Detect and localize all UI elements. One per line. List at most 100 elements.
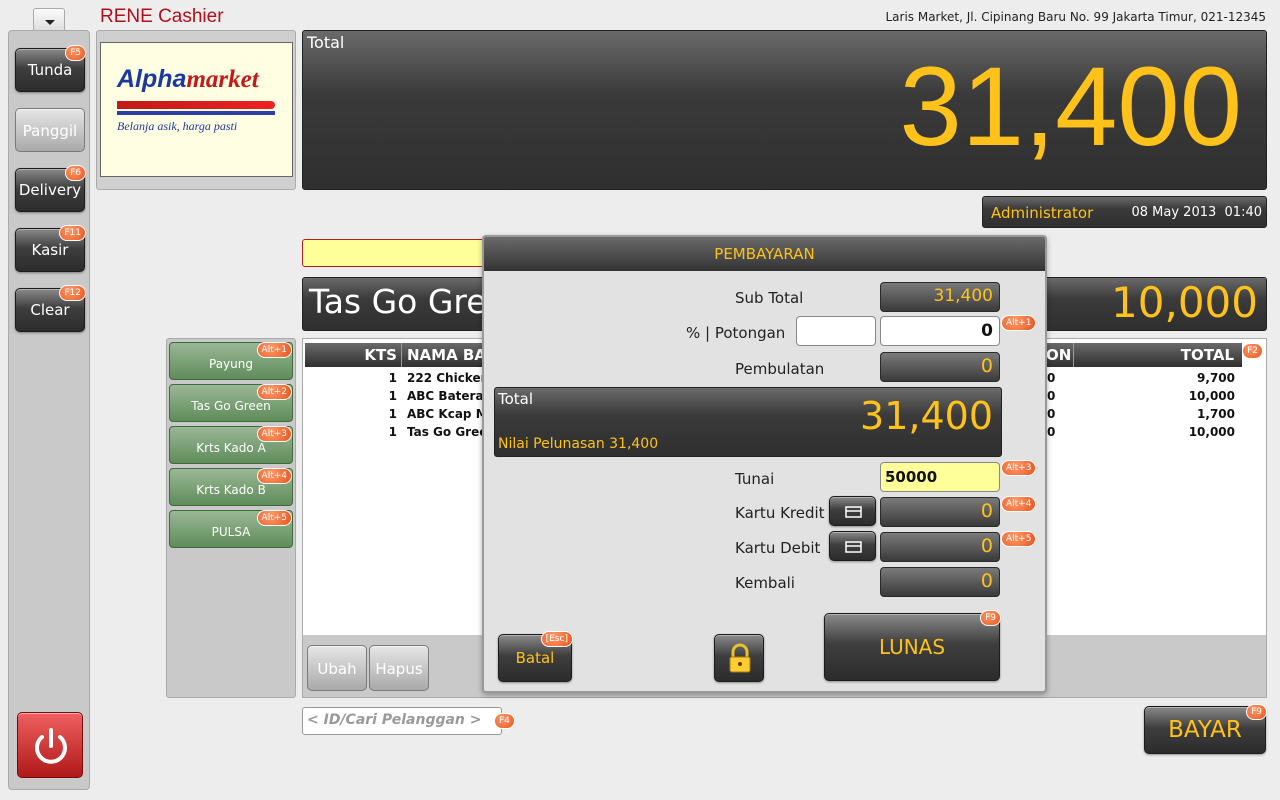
total-label: Total — [307, 33, 345, 52]
shortcut-badge: F2 — [1242, 343, 1263, 359]
panggil-button[interactable]: Panggil — [15, 108, 85, 152]
row-total: 9,700 — [1197, 371, 1235, 385]
shortcut-badge: Alt+1 — [256, 342, 292, 358]
card-icon — [845, 541, 862, 553]
bayar-button[interactable]: BAYAR F9 — [1144, 704, 1267, 754]
shortcut-badge: F6 — [65, 165, 86, 181]
header-nama: NAMA BA — [407, 346, 486, 364]
subtotal-label: Sub Total — [735, 289, 804, 307]
store-logo: Alphamarket Belanja asik, harga pasti — [100, 42, 293, 177]
row-kts: 1 — [388, 389, 397, 403]
tunai-input[interactable]: 50000 — [880, 462, 1000, 492]
shortcut-badge: Alt+5 — [1001, 531, 1037, 547]
shortcut-badge: Alt+4 — [1001, 496, 1037, 512]
item-price: 10,000 — [1111, 278, 1258, 327]
row-kts: 1 — [388, 425, 397, 439]
quick-item-krts-kado-b[interactable]: Krts Kado B Alt+4 — [169, 468, 293, 506]
debit-label: Kartu Debit — [735, 539, 821, 557]
quick-item-label: PULSA — [211, 525, 251, 539]
pelunasan-text: Nilai Pelunasan 31,400 — [498, 436, 659, 452]
shortcut-badge: Alt+3 — [1001, 460, 1037, 476]
power-icon — [35, 728, 67, 764]
shortcut-badge: Alt+1 — [1001, 315, 1037, 331]
row-diskon: 0 — [1047, 425, 1056, 439]
kredit-value[interactable]: 0 — [880, 497, 1000, 527]
delivery-label: Delivery — [18, 181, 82, 199]
tunai-label: Tunai — [735, 470, 775, 488]
shortcut-badge: Alt+3 — [256, 426, 292, 442]
quick-item-tas-go-green[interactable]: Tas Go Green Alt+2 — [169, 384, 293, 422]
customer-placeholder: < ID/Cari Pelanggan > — [307, 712, 482, 728]
potongan-value-input[interactable]: 0 — [880, 316, 1000, 346]
kredit-card-button[interactable] — [829, 496, 876, 526]
kasir-button[interactable]: Kasir F11 — [15, 225, 86, 272]
card-icon — [845, 506, 862, 518]
kasir-label: Kasir — [31, 241, 69, 259]
quick-item-pulsa[interactable]: PULSA Alt+5 — [169, 510, 293, 548]
pembulatan-label: Pembulatan — [735, 360, 825, 378]
app-title: RENE Cashier — [100, 6, 224, 27]
quick-item-label: Payung — [209, 357, 253, 371]
ubah-button[interactable]: Ubah — [307, 645, 367, 691]
tunda-button[interactable]: Tunda F5 — [15, 45, 86, 92]
subtotal-value: 31,400 — [880, 282, 1000, 312]
header-total: TOTAL — [1180, 346, 1234, 364]
panggil-label: Panggil — [22, 122, 78, 140]
power-button[interactable] — [17, 712, 83, 778]
barcode-input[interactable] — [302, 239, 492, 267]
logo-brand-part2: market — [186, 66, 259, 93]
shortcut-badge: F9 — [980, 610, 1001, 626]
customer-search-input[interactable]: < ID/Cari Pelanggan > — [302, 707, 502, 735]
logo-brand-part1: Alpha — [117, 65, 187, 93]
header-diskon: ON — [1046, 346, 1072, 364]
datetime: 08 May 2013 01:40 — [1131, 205, 1263, 220]
user-bar: Administrator 08 May 2013 01:40 — [982, 196, 1267, 228]
row-total: 10,000 — [1188, 389, 1235, 403]
row-diskon: 0 — [1047, 407, 1056, 421]
shortcut-badge: F4 — [494, 713, 515, 729]
lunas-button[interactable]: LUNAS F9 — [824, 610, 1001, 681]
kembali-label: Kembali — [735, 574, 795, 592]
lock-button[interactable] — [714, 634, 764, 682]
user-name: Administrator — [991, 204, 1094, 222]
delivery-button[interactable]: Delivery F6 — [15, 165, 86, 212]
quick-item-label: Tas Go Green — [191, 399, 271, 413]
ubah-label: Ubah — [317, 660, 357, 678]
shortcut-badge: Alt+2 — [256, 384, 292, 400]
dialog-title: PEMBAYARAN — [714, 245, 815, 263]
kredit-label: Kartu Kredit — [735, 504, 825, 522]
shortcut-badge: [Esc] — [540, 631, 573, 647]
potongan-percent-input[interactable] — [796, 316, 876, 346]
logo-stripe — [117, 101, 275, 109]
quick-item-label: Krts Kado B — [196, 483, 266, 497]
debit-card-button[interactable] — [829, 531, 876, 561]
shortcut-badge: F11 — [59, 225, 86, 241]
lock-icon — [729, 643, 751, 673]
header-divider — [401, 343, 402, 367]
payment-dialog: PEMBAYARAN Sub Total 31,400 % | Potongan… — [482, 235, 1047, 693]
debit-value[interactable]: 0 — [880, 532, 1000, 562]
quick-item-payung[interactable]: Payung Alt+1 — [169, 342, 293, 380]
logo-tagline: Belanja asik, harga pasti — [117, 119, 238, 133]
shortcut-badge: F5 — [65, 45, 86, 61]
hapus-label: Hapus — [375, 660, 423, 678]
potongan-label: % | Potongan — [686, 324, 786, 342]
clear-button[interactable]: Clear F12 — [15, 285, 86, 332]
row-diskon: 0 — [1047, 389, 1056, 403]
store-info: Laris Market, Jl. Cipinang Baru No. 99 J… — [885, 10, 1266, 24]
row-diskon: 0 — [1047, 371, 1056, 385]
quick-item-krts-kado-a[interactable]: Krts Kado A Alt+3 — [169, 426, 293, 464]
batal-button[interactable]: Batal [Esc] — [498, 631, 573, 682]
dialog-total-panel: Total 31,400 Nilai Pelunasan 31,400 — [494, 387, 1002, 457]
row-total: 10,000 — [1188, 425, 1235, 439]
row-total: 1,700 — [1197, 407, 1235, 421]
header-kts: KTS — [364, 346, 397, 364]
batal-label: Batal — [515, 649, 555, 667]
shortcut-badge: Alt+4 — [256, 468, 292, 484]
pembulatan-value: 0 — [880, 352, 1000, 382]
kembali-value: 0 — [880, 567, 1000, 597]
row-kts: 1 — [388, 371, 397, 385]
shortcut-badge: Alt+5 — [256, 510, 292, 526]
shortcut-badge: F12 — [59, 285, 86, 301]
hapus-button[interactable]: Hapus — [369, 645, 429, 691]
